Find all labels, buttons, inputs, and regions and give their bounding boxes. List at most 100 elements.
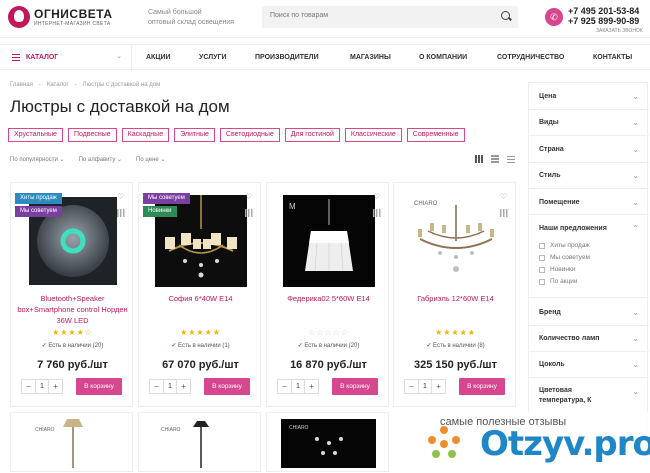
checkbox[interactable] xyxy=(539,242,545,249)
filter-lamp-count[interactable]: Количество ламп xyxy=(539,335,600,342)
chevron-down-icon[interactable]: ⌄ xyxy=(632,198,639,207)
chevron-down-icon[interactable]: ⌄ xyxy=(632,171,639,180)
chip-cascade[interactable]: Каскадные xyxy=(121,128,170,142)
quantity-value[interactable]: 1 xyxy=(163,380,177,393)
filter-country[interactable]: Страна xyxy=(539,146,564,153)
filter-style[interactable]: Стиль xyxy=(539,172,561,179)
chip-elite[interactable]: Элитные xyxy=(174,128,215,142)
chip-modern[interactable]: Современные xyxy=(406,128,465,142)
sort-alphabet[interactable]: По алфавиту ⌄ xyxy=(79,156,122,163)
product-card[interactable]: CHIARO xyxy=(266,412,389,472)
filter-option[interactable]: Новинки xyxy=(539,266,575,273)
filter-room[interactable]: Помещение xyxy=(539,199,580,206)
sort-popularity[interactable]: По популярности ⌄ xyxy=(10,156,65,163)
product-price: 7 760 руб./шт xyxy=(37,359,108,371)
chip-classic[interactable]: Классические xyxy=(344,128,402,142)
product-name[interactable]: Федерика02 5*60W E14 xyxy=(273,293,384,304)
phone-numbers[interactable]: +7 495 201-53-84 +7 925 899-90-89 xyxy=(568,6,639,26)
nav-item-manufacturers[interactable]: ПРОИЗВОДИТЕЛИ xyxy=(255,54,319,61)
nav-item-about[interactable]: О КОМПАНИИ xyxy=(419,54,467,61)
product-card[interactable]: Хиты продаж Мы советуем ♡ Bluetooth+Spea… xyxy=(10,182,133,407)
minus-button[interactable]: − xyxy=(405,380,418,393)
checkbox[interactable] xyxy=(539,266,545,273)
chevron-down-icon[interactable]: ⌄ xyxy=(632,145,639,154)
product-name[interactable]: София 6*40W E14 xyxy=(145,293,256,304)
sort-price[interactable]: По цене ⌄ xyxy=(136,156,165,163)
product-card[interactable]: M ♡ Федерика02 5*60W E14 ☆☆☆☆☆ ✓ Есть в … xyxy=(266,182,389,407)
search-input[interactable]: Поиск по товарам xyxy=(262,6,518,28)
search-icon[interactable] xyxy=(501,11,510,20)
chevron-down-icon: ⌄ xyxy=(116,53,122,60)
heart-icon[interactable]: ♡ xyxy=(373,193,381,201)
chevron-down-icon[interactable]: ⌄ xyxy=(632,118,639,127)
minus-button[interactable]: − xyxy=(22,380,35,393)
plus-button[interactable]: + xyxy=(49,380,62,393)
chevron-down-icon[interactable]: ⌄ xyxy=(632,334,639,343)
product-image[interactable]: CHIARO xyxy=(408,193,503,288)
product-card[interactable]: CHIARO ♡ Габриэль 12*60W E14 ★★★★★ ✓ Ест… xyxy=(393,182,516,407)
filter-offers[interactable]: Наши предложения xyxy=(539,225,607,232)
filter-socket[interactable]: Цоколь xyxy=(539,361,565,368)
phone-2[interactable]: +7 925 899-90-89 xyxy=(568,16,639,26)
compare-icon[interactable] xyxy=(245,209,253,217)
product-card[interactable]: Мы советуем Новинки ♡ София 6*40W E14 ★★… xyxy=(138,182,261,407)
logo[interactable]: ОГНИСВЕТА ИНТЕРНЕТ-МАГАЗИН СВЕТА xyxy=(8,6,113,28)
add-to-cart-button[interactable]: В корзину xyxy=(204,378,250,395)
nav-item-contacts[interactable]: КОНТАКТЫ xyxy=(593,54,632,61)
plus-button[interactable]: + xyxy=(305,380,318,393)
heart-icon[interactable]: ♡ xyxy=(500,193,508,201)
add-to-cart-button[interactable]: В корзину xyxy=(76,378,122,395)
product-name[interactable]: Bluetooth+Speaker box+Smartphone control… xyxy=(17,293,128,326)
grid-view-icon[interactable] xyxy=(475,155,483,163)
nav-item-services[interactable]: УСЛУГИ xyxy=(199,54,227,61)
checkbox[interactable] xyxy=(539,278,545,285)
chip-crystal[interactable]: Хрустальные xyxy=(8,128,63,142)
minus-button[interactable]: − xyxy=(150,380,163,393)
heart-icon[interactable]: ♡ xyxy=(117,193,125,201)
chevron-down-icon[interactable]: ⌄ xyxy=(632,360,639,369)
filter-brand[interactable]: Бренд xyxy=(539,309,561,316)
add-to-cart-button[interactable]: В корзину xyxy=(332,378,378,395)
minus-button[interactable]: − xyxy=(278,380,291,393)
phone-icon[interactable]: ✆ xyxy=(545,8,563,26)
product-card[interactable]: CHIARO xyxy=(138,412,261,472)
chevron-down-icon[interactable]: ⌄ xyxy=(632,92,639,101)
quantity-value[interactable]: 1 xyxy=(291,380,305,393)
breadcrumb-catalog[interactable]: Каталог xyxy=(47,82,69,88)
quantity-value[interactable]: 1 xyxy=(418,380,432,393)
plus-button[interactable]: + xyxy=(177,380,190,393)
compare-icon[interactable] xyxy=(117,209,125,217)
filter-color-temperature[interactable]: Цветовая температура, К xyxy=(539,386,609,406)
compare-icon[interactable] xyxy=(373,209,381,217)
table-view-icon[interactable] xyxy=(507,155,515,163)
filter-price[interactable]: Цена xyxy=(539,93,556,100)
nav-item-promotions[interactable]: АКЦИИ xyxy=(146,54,171,61)
product-name[interactable]: Габриэль 12*60W E14 xyxy=(400,293,511,304)
add-to-cart-button[interactable]: В корзину xyxy=(459,378,505,395)
chevron-up-icon[interactable]: ⌃ xyxy=(632,224,639,233)
breadcrumb-home[interactable]: Главная xyxy=(10,82,33,88)
chip-pendant[interactable]: Подвесные xyxy=(67,128,117,142)
quantity-value[interactable]: 1 xyxy=(35,380,49,393)
phone-1[interactable]: +7 495 201-53-84 xyxy=(568,6,639,16)
checkbox[interactable] xyxy=(539,254,545,261)
product-image[interactable]: M xyxy=(281,193,376,288)
nav-item-stores[interactable]: МАГАЗИНЫ xyxy=(350,54,391,61)
compare-icon[interactable] xyxy=(500,209,508,217)
chip-living-room[interactable]: Для гостиной xyxy=(284,128,340,142)
filter-option[interactable]: Хиты продаж xyxy=(539,242,590,249)
callback-link[interactable]: ЗАКАЗАТЬ ЗВОНОК xyxy=(596,28,643,34)
catalog-menu-button[interactable]: КАТАЛОГ ⌄ xyxy=(0,45,132,71)
plus-button[interactable]: + xyxy=(432,380,445,393)
chip-led[interactable]: Светодиодные xyxy=(219,128,280,142)
filter-types[interactable]: Виды xyxy=(539,119,559,126)
product-card[interactable]: CHIARO xyxy=(10,412,133,472)
chevron-down-icon[interactable]: ⌄ xyxy=(632,308,639,317)
chevron-down-icon[interactable]: ⌄ xyxy=(632,387,639,396)
heart-icon[interactable]: ♡ xyxy=(245,193,253,201)
svg-text:M: M xyxy=(289,202,296,211)
filter-option[interactable]: Мы советуем xyxy=(539,254,590,261)
filter-option[interactable]: По акции xyxy=(539,278,578,285)
list-view-icon[interactable] xyxy=(491,155,499,163)
nav-item-cooperation[interactable]: СОТРУДНИЧЕСТВО xyxy=(497,54,564,61)
